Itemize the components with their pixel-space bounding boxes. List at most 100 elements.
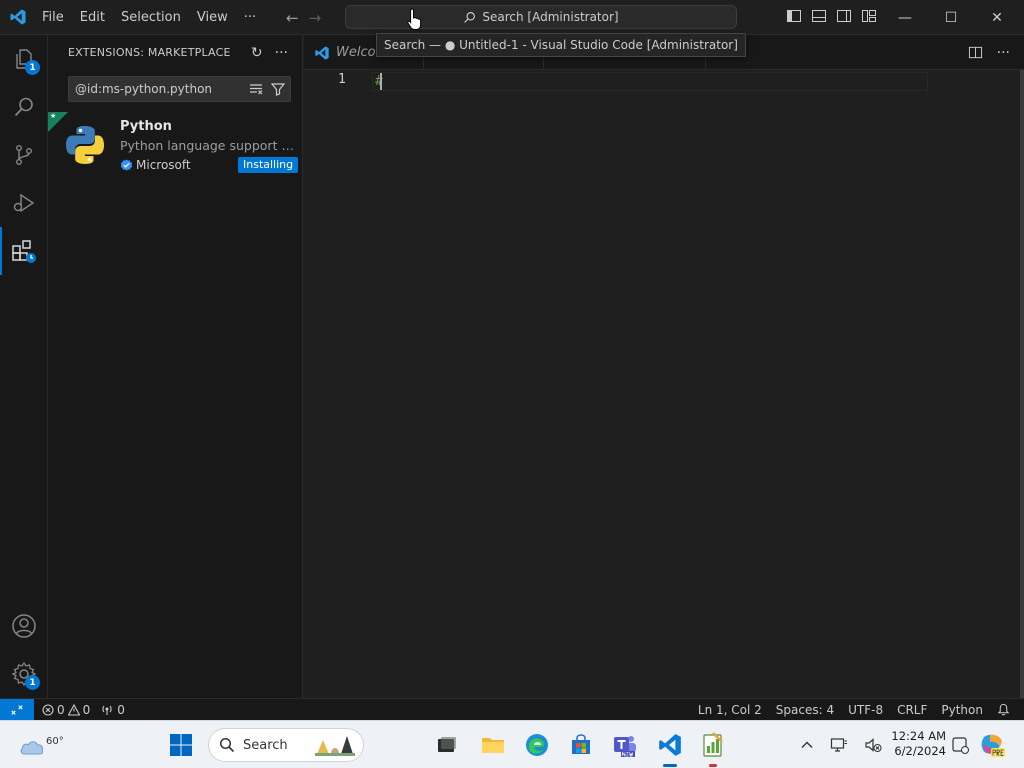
store-icon bbox=[572, 734, 590, 754]
window-controls: — ☐ ✕ bbox=[882, 0, 1020, 35]
explorer-badge: 1 bbox=[25, 60, 40, 75]
system-tray bbox=[800, 721, 882, 768]
menu-view[interactable]: View bbox=[189, 0, 236, 35]
publisher-name: Microsoft bbox=[136, 158, 191, 172]
task-view-icon bbox=[438, 737, 456, 752]
close-button[interactable]: ✕ bbox=[974, 0, 1020, 35]
taskbar-clock[interactable]: 12:24 AM 6/2/2024 bbox=[884, 729, 946, 759]
notification-center[interactable] bbox=[944, 729, 976, 761]
end-of-line[interactable]: CRLF bbox=[897, 703, 927, 717]
activity-run-debug[interactable] bbox=[0, 179, 48, 227]
language-mode[interactable]: Python bbox=[941, 703, 983, 717]
activity-manage[interactable]: 1 bbox=[0, 650, 48, 698]
text-cursor bbox=[380, 73, 382, 90]
clear-filter-icon[interactable] bbox=[248, 81, 264, 97]
vertical-scrollbar[interactable] bbox=[1020, 70, 1024, 698]
filter-icon[interactable] bbox=[270, 81, 286, 97]
remote-icon bbox=[11, 704, 23, 715]
activity-source-control[interactable] bbox=[0, 131, 48, 179]
vscode-logo-icon bbox=[10, 9, 26, 25]
extension-search-box bbox=[68, 76, 291, 102]
display-icon[interactable] bbox=[830, 737, 848, 753]
problems-indicator[interactable]: 0 0 bbox=[42, 703, 90, 717]
status-left: 0 0 0 bbox=[42, 699, 125, 720]
taskbar-search[interactable]: Search bbox=[208, 728, 364, 762]
edge-browser-icon bbox=[526, 734, 548, 756]
chevron-up-icon[interactable] bbox=[800, 738, 814, 752]
folder-icon bbox=[482, 738, 504, 753]
activity-bar: 1 1 bbox=[0, 35, 48, 698]
search-icon bbox=[219, 737, 235, 753]
sidebar-actions: ↻ ··· bbox=[251, 35, 288, 70]
warning-count: 0 bbox=[82, 702, 91, 717]
encoding[interactable]: UTF-8 bbox=[848, 703, 883, 717]
account-icon bbox=[12, 614, 36, 638]
taskbar-store[interactable] bbox=[565, 729, 597, 761]
maximize-button[interactable]: ☐ bbox=[928, 0, 974, 35]
taskbar-edge[interactable] bbox=[521, 729, 553, 761]
cursor-position[interactable]: Ln 1, Col 2 bbox=[698, 703, 762, 717]
indentation[interactable]: Spaces: 4 bbox=[776, 703, 834, 717]
split-editor-icon[interactable] bbox=[968, 45, 983, 60]
volume-muted-icon[interactable] bbox=[864, 737, 882, 753]
star-icon: ★ bbox=[50, 112, 57, 120]
remote-indicator[interactable] bbox=[0, 699, 34, 720]
menu-bar: File Edit Selection View ··· bbox=[34, 0, 264, 35]
broadcast-icon bbox=[102, 705, 112, 715]
verified-publisher-icon bbox=[120, 158, 133, 171]
activity-extensions[interactable] bbox=[0, 227, 48, 275]
line-number: 1 bbox=[338, 72, 346, 87]
taskbar-teams[interactable] bbox=[609, 729, 641, 761]
customize-layout-icon[interactable] bbox=[861, 8, 877, 24]
code-line[interactable]: # bbox=[372, 72, 928, 91]
editor-area: Welcome ··· 1 # bbox=[304, 35, 1024, 698]
notepad-chart-icon bbox=[703, 732, 723, 757]
back-arrow-icon[interactable]: ← bbox=[286, 9, 299, 27]
search-highlight-icon bbox=[315, 736, 355, 756]
title-bar: File Edit Selection View ··· ← → Search … bbox=[0, 0, 1024, 35]
toggle-secondary-sidebar-icon[interactable] bbox=[836, 8, 852, 24]
command-center-search[interactable]: Search [Administrator] bbox=[345, 5, 737, 29]
task-view-button[interactable] bbox=[431, 729, 463, 761]
run-debug-icon bbox=[13, 193, 35, 213]
copilot-button[interactable] bbox=[976, 729, 1008, 761]
activity-search[interactable] bbox=[0, 83, 48, 131]
activity-explorer[interactable]: 1 bbox=[0, 35, 48, 83]
vscode-logo-icon bbox=[659, 734, 681, 756]
vscode-logo-icon bbox=[315, 45, 329, 60]
taskbar-search-label: Search bbox=[243, 737, 288, 753]
clock-time: 12:24 AM bbox=[891, 729, 946, 743]
installing-status-badge: Installing bbox=[238, 157, 299, 173]
bell-icon[interactable] bbox=[997, 703, 1010, 716]
taskbar-file-explorer[interactable] bbox=[477, 729, 509, 761]
toggle-panel-icon[interactable] bbox=[811, 8, 827, 24]
extension-name: Python bbox=[120, 119, 172, 134]
menu-selection[interactable]: Selection bbox=[113, 0, 189, 35]
extension-list-item[interactable]: ★ Python Python language support with ex… bbox=[48, 112, 302, 184]
vscode-active-indicator bbox=[663, 764, 677, 767]
status-right: Ln 1, Col 2 Spaces: 4 UTF-8 CRLF Python bbox=[698, 699, 1010, 720]
extension-search-input[interactable] bbox=[69, 77, 244, 101]
minimize-button[interactable]: — bbox=[882, 0, 928, 35]
navigation-arrows: ← → bbox=[286, 0, 321, 35]
forward-arrow-icon[interactable]: → bbox=[309, 9, 322, 27]
start-button[interactable] bbox=[165, 729, 197, 761]
taskbar-app-chart[interactable] bbox=[697, 729, 729, 761]
activity-accounts[interactable] bbox=[0, 602, 48, 650]
more-actions-icon[interactable]: ··· bbox=[997, 45, 1010, 61]
more-actions-icon[interactable]: ··· bbox=[275, 45, 288, 61]
hand-cursor-icon bbox=[407, 8, 422, 30]
weather-widget[interactable]: 60° bbox=[16, 729, 64, 761]
taskbar-vscode[interactable] bbox=[654, 729, 686, 761]
search-icon bbox=[14, 97, 33, 117]
cloud-icon bbox=[20, 741, 44, 755]
warning-icon bbox=[67, 703, 80, 716]
refresh-icon[interactable]: ↻ bbox=[251, 45, 263, 61]
menu-file[interactable]: File bbox=[34, 0, 72, 35]
toggle-primary-sidebar-icon[interactable] bbox=[786, 8, 802, 24]
weather-temperature: 60° bbox=[46, 736, 64, 747]
ports-indicator[interactable]: 0 bbox=[100, 703, 125, 717]
menu-more[interactable]: ··· bbox=[236, 0, 264, 35]
menu-edit[interactable]: Edit bbox=[72, 0, 113, 35]
notification-settings-icon bbox=[952, 737, 969, 754]
